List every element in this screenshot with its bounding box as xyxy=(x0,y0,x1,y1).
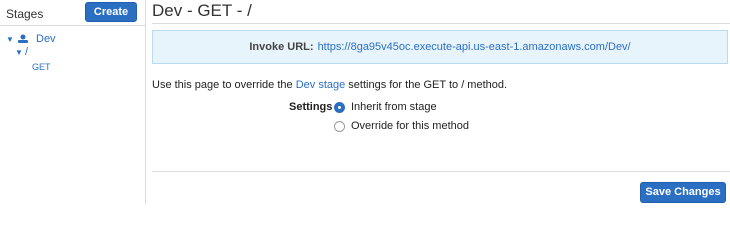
settings-label: Settings xyxy=(289,101,333,113)
override-description: Use this page to override the Dev stage … xyxy=(152,79,507,91)
tree-label-dev[interactable]: Dev xyxy=(36,33,56,45)
caret-down-icon[interactable]: ▼ xyxy=(6,35,16,44)
stages-header: Stages Create xyxy=(0,0,145,26)
tree-item-root-resource[interactable]: ▼ / xyxy=(15,46,28,58)
invoke-url-label: Invoke URL: xyxy=(249,41,314,53)
invoke-url-link[interactable]: https://8ga95v45oc.execute-api.us-east-1… xyxy=(318,41,631,53)
description-suffix: settings for the GET to / method. xyxy=(345,79,508,91)
radio-override-for-method[interactable]: Override for this method xyxy=(334,120,469,132)
radio-unchecked-icon[interactable] xyxy=(334,120,345,132)
invoke-url-banner: Invoke URL: https://8ga95v45oc.execute-a… xyxy=(152,30,728,64)
dev-stage-link[interactable]: Dev stage xyxy=(296,79,346,91)
stages-title: Stages xyxy=(6,7,44,21)
create-stage-button[interactable]: Create xyxy=(85,2,137,22)
description-prefix: Use this page to override the xyxy=(152,79,296,91)
stage-icon xyxy=(18,34,28,43)
save-changes-button[interactable]: Save Changes xyxy=(640,182,726,203)
tree-label-root[interactable]: / xyxy=(25,46,28,58)
footer-divider xyxy=(152,171,730,172)
page-title: Dev - GET - / xyxy=(152,1,252,20)
caret-down-icon[interactable]: ▼ xyxy=(15,48,25,57)
radio-label-override[interactable]: Override for this method xyxy=(351,120,469,132)
stages-sidebar: Stages Create ▼ Dev ▼ / GET xyxy=(0,0,146,204)
title-divider xyxy=(152,23,730,24)
tree-item-get-method[interactable]: GET xyxy=(32,62,51,72)
radio-inherit-from-stage[interactable]: Inherit from stage xyxy=(334,101,437,113)
tree-label-get[interactable]: GET xyxy=(32,62,51,72)
tree-item-dev-stage[interactable]: ▼ Dev xyxy=(6,33,56,45)
radio-checked-icon[interactable] xyxy=(334,101,345,113)
radio-label-inherit[interactable]: Inherit from stage xyxy=(351,101,437,113)
